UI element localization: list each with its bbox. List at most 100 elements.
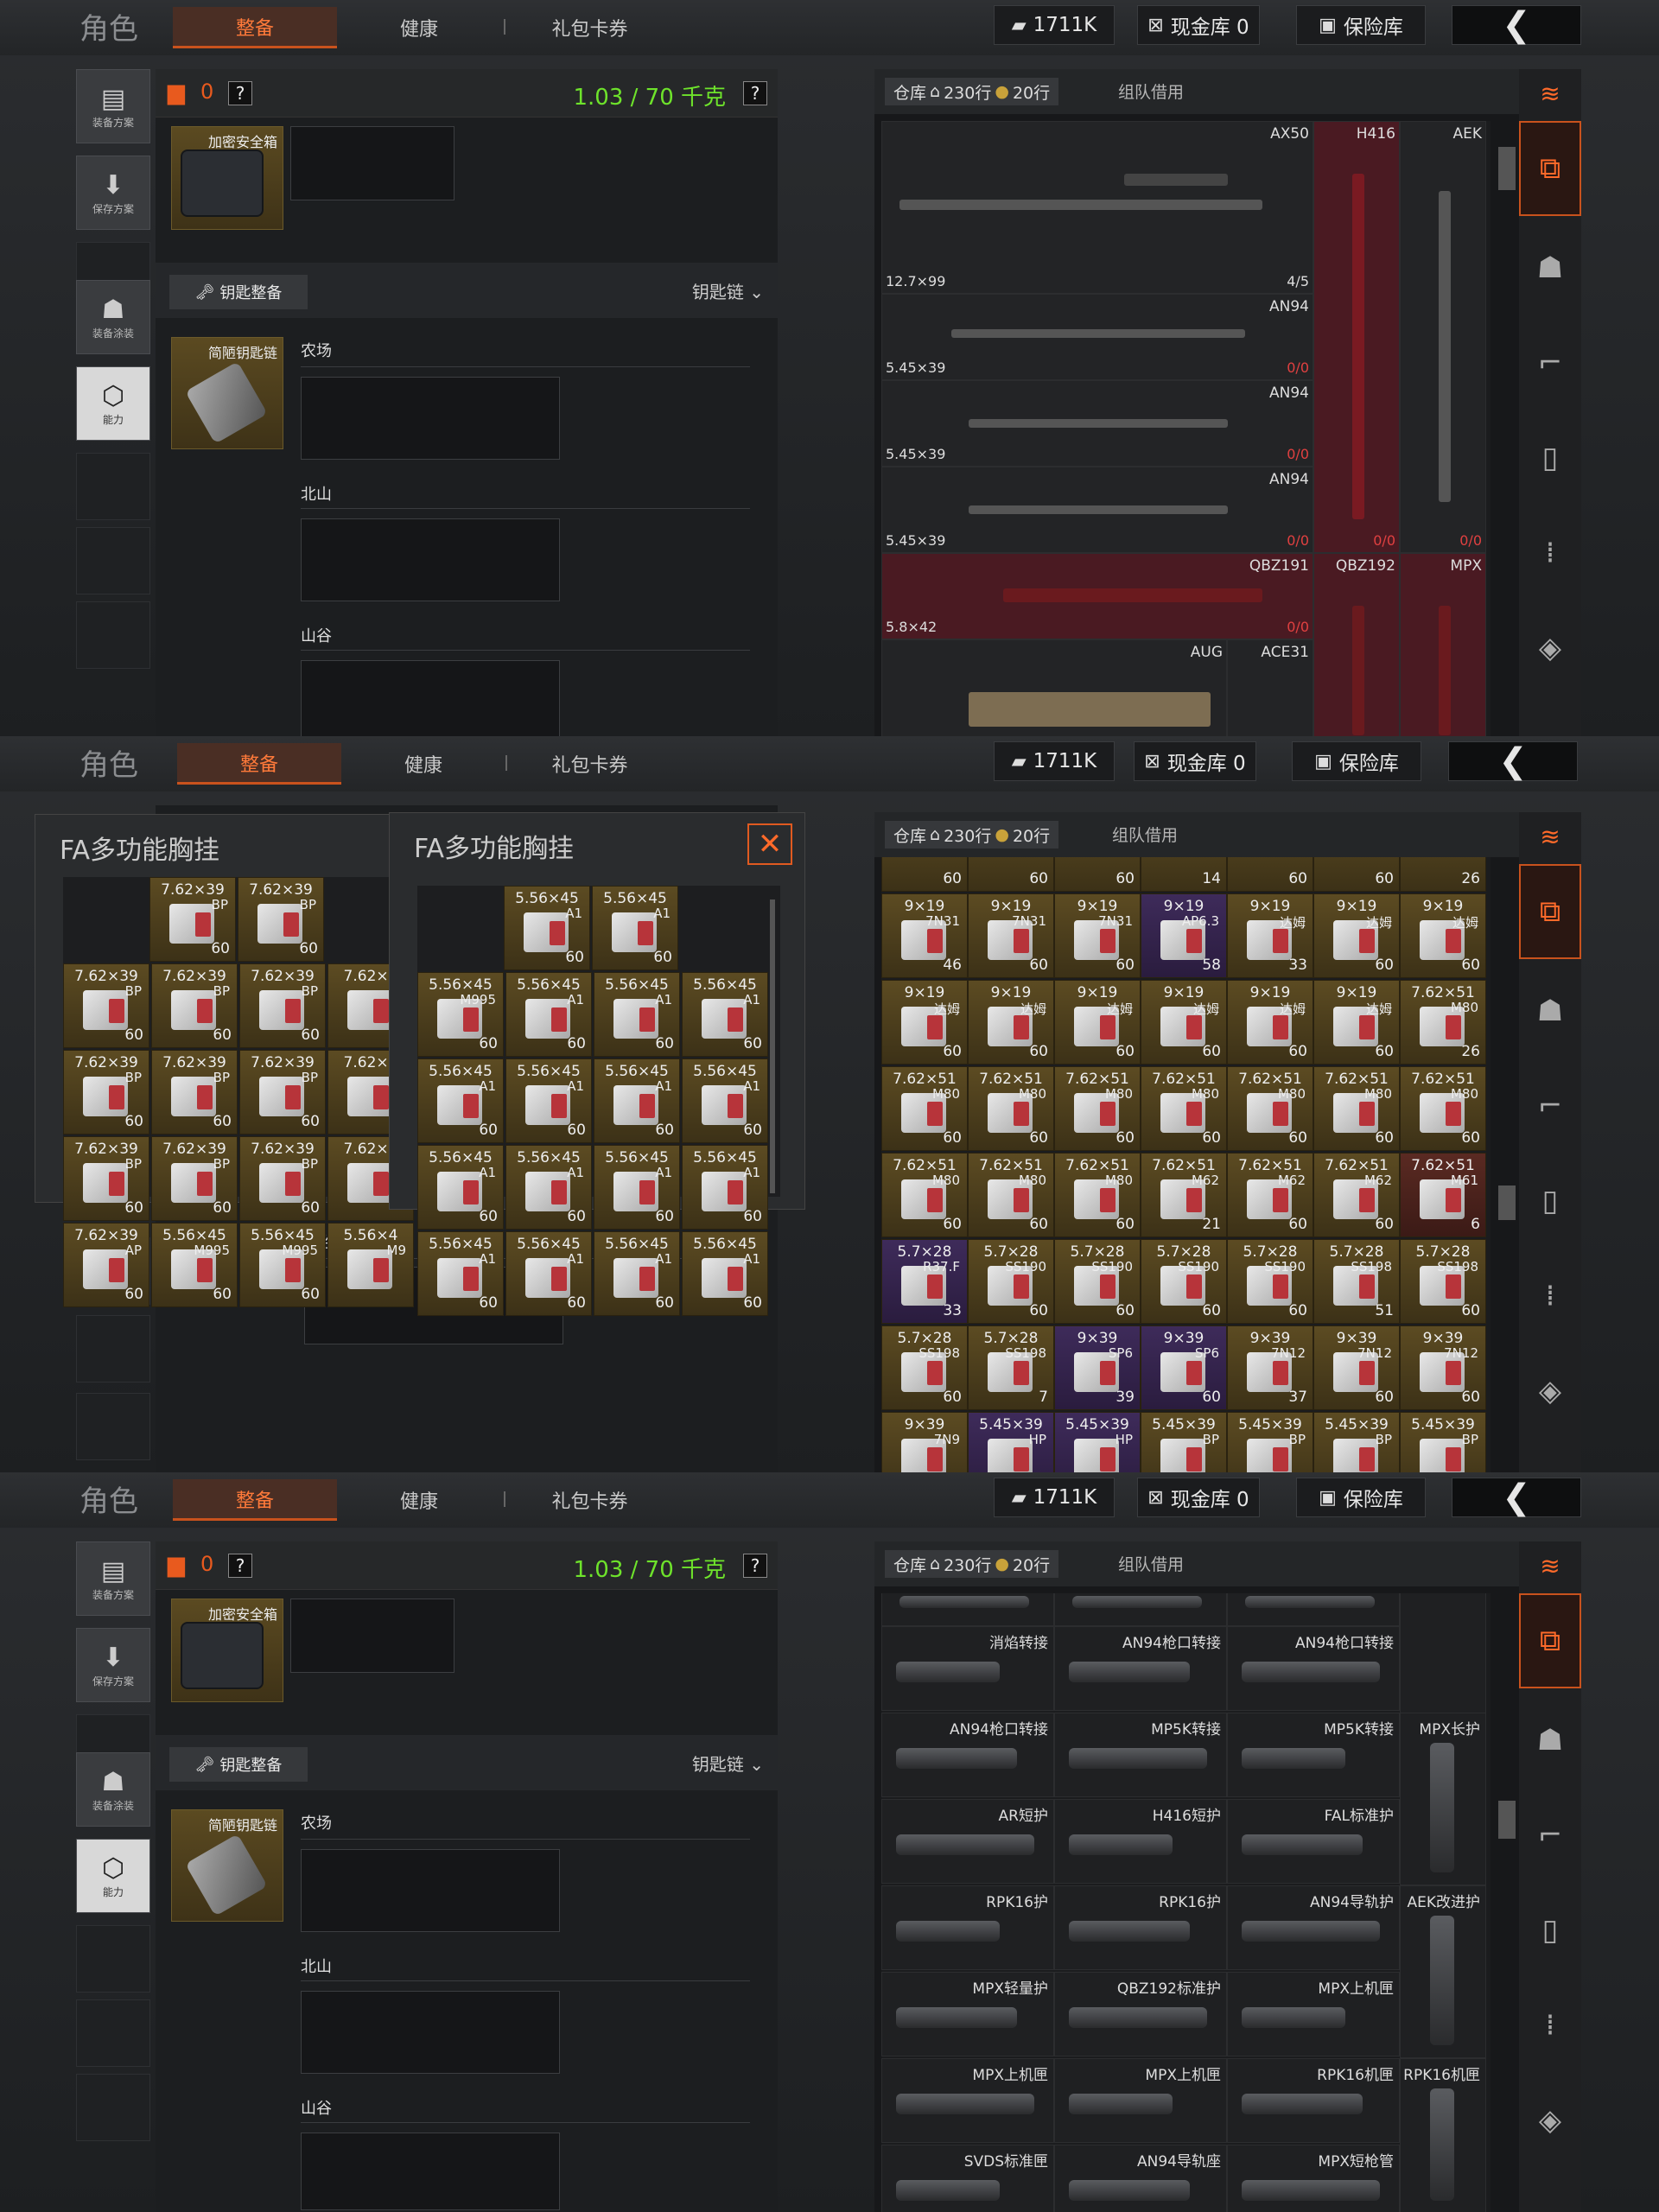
ammo-item[interactable]: 9×19 达姆 60 — [1054, 980, 1141, 1065]
part-item[interactable]: QBZ192标准护 — [1054, 1972, 1227, 2056]
part-item[interactable]: MPX上机匣 — [1227, 1972, 1400, 2056]
weapon-cell[interactable]: AN94 5.45×39 0/0 — [881, 467, 1313, 553]
ammo-item[interactable]: 7.62×39 BP 60 — [151, 1136, 238, 1221]
ammo-item[interactable]: 5.7×28 R37.F 33 — [881, 1239, 968, 1324]
weapon-cell[interactable]: ACE31 — [1227, 639, 1313, 736]
close-button[interactable]: ✕ — [747, 823, 792, 865]
secure-case-item[interactable]: 加密安全箱 — [171, 126, 283, 230]
ammo-item[interactable]: 5.7×28 SS190 60 — [968, 1239, 1054, 1324]
cash-vault-button[interactable]: ⊠ 现金库 0 — [1137, 1478, 1260, 1517]
part-item[interactable]: RPK16护 — [1054, 1885, 1227, 1970]
ammo-item[interactable]: 7.62×39 BP 60 — [238, 877, 324, 962]
valley-key-slots[interactable] — [301, 660, 560, 736]
cash-vault-button[interactable]: ⊠ 现金库 0 — [1137, 5, 1260, 45]
weight-help-icon[interactable]: ? — [743, 81, 767, 105]
ammo-item[interactable]: 5.56×45 M995 60 — [417, 972, 504, 1057]
ammo-item[interactable]: 9×39 SP6 60 — [1141, 1325, 1227, 1410]
ammo-item[interactable]: 7.62×51 M80 60 — [1054, 1153, 1141, 1237]
ammo-item[interactable]: 7.62×51 M80 60 — [1054, 1066, 1141, 1151]
ammo-item[interactable]: 7.62×51 M61 6 — [1400, 1153, 1486, 1237]
keys-loadout-button[interactable]: 🗝 钥匙整备 — [169, 1747, 308, 1782]
keys-loadout-button[interactable]: 🗝 钥匙整备 — [169, 275, 308, 309]
tab-health[interactable]: 健康 — [354, 1479, 484, 1521]
north-hill-key-slots[interactable] — [301, 518, 560, 601]
ammo-item[interactable]: 9×19 达姆 60 — [968, 980, 1054, 1065]
category-ammo-icon[interactable]: ⁞ — [1519, 510, 1581, 596]
part-item[interactable]: SVDS标准匣 — [881, 2145, 1054, 2212]
stash-sort-icon[interactable]: ≋ — [1519, 812, 1581, 861]
ammo-item[interactable]: 5.56×45 A1 60 — [594, 1145, 680, 1230]
ammo-item[interactable]: 9×19 AP6.3 58 — [1141, 893, 1227, 978]
part-item[interactable] — [1054, 1593, 1227, 1626]
keychain-item[interactable]: 简陋钥匙链 — [171, 337, 283, 449]
part-item[interactable]: AN94导轨护 — [1227, 1885, 1400, 1970]
ammo-item[interactable]: 5.7×28 SS190 60 — [1141, 1239, 1227, 1324]
ammo-item[interactable]: 5.7×28 SS198 7 — [968, 1325, 1054, 1410]
ammo-item[interactable]: 9×19 达姆 33 — [1227, 893, 1313, 978]
tab-loadout[interactable]: 整备 — [173, 7, 337, 48]
part-item[interactable]: AN94枪口转接 — [1054, 1626, 1227, 1711]
stash-capacity[interactable]: 仓库 ⌂ 230行 ● 20行 — [885, 78, 1059, 105]
ammo-item[interactable]: 7.62×51 M80 60 — [881, 1153, 968, 1237]
ammo-item[interactable]: 26 — [1400, 857, 1486, 892]
ammo-item[interactable]: 7.62×51 M80 60 — [968, 1153, 1054, 1237]
part-item[interactable]: 消焰转接 — [881, 1626, 1054, 1711]
ammo-item[interactable]: 7.62×51 M80 26 — [1400, 980, 1486, 1065]
case-slot-grid[interactable] — [290, 1599, 454, 1673]
keychain-item[interactable]: 简陋钥匙链 — [171, 1809, 283, 1922]
ammo-item[interactable]: 5.7×28 SS190 60 — [1227, 1239, 1313, 1324]
ammo-item[interactable]: 7.62×39 BP 60 — [63, 1050, 149, 1135]
ability-button[interactable]: ⬡ 能力 — [76, 366, 150, 441]
dialog-scrollbar[interactable] — [770, 899, 775, 1193]
ammo-item[interactable]: 7.62×39 BP 60 — [239, 1136, 326, 1221]
secure-case-item[interactable]: 加密安全箱 — [171, 1599, 283, 1702]
ammo-item[interactable]: 9×19 达姆 60 — [1400, 893, 1486, 978]
category-armor-icon[interactable]: ☗ — [1519, 1697, 1581, 1783]
keychain-dropdown[interactable]: 钥匙链 ⌄ — [692, 1751, 764, 1776]
safe-button[interactable]: ▣ 保险库 — [1296, 1478, 1426, 1517]
valley-key-slots[interactable] — [301, 2133, 560, 2210]
ammo-item[interactable]: 9×39 7N9 — [881, 1412, 968, 1472]
ammo-item[interactable]: 5.45×39 BP — [1400, 1412, 1486, 1472]
part-item[interactable]: MP5K转接 — [1054, 1713, 1227, 1797]
ammo-item[interactable]: 60 — [1227, 857, 1313, 892]
ammo-item[interactable]: 5.56×45 A1 60 — [682, 1231, 768, 1316]
part-item[interactable]: AN94枪口转接 — [881, 1713, 1054, 1797]
ammo-item[interactable]: 5.56×45 A1 60 — [417, 1231, 504, 1316]
ammo-item[interactable]: 7.62×39 BP 60 — [63, 963, 149, 1048]
ammo-item[interactable]: 5.56×4 M9 — [327, 1223, 414, 1307]
part-item[interactable]: MPX上机匣 — [1054, 2058, 1227, 2143]
north-hill-key-slots[interactable] — [301, 1991, 560, 2074]
ammo-item[interactable]: 5.56×45 A1 60 — [682, 1058, 768, 1143]
ammo-item[interactable]: 9×19 7N31 46 — [881, 893, 968, 978]
outfit-button[interactable]: ☗ 装备涂装 — [76, 280, 150, 354]
ammo-item[interactable]: 5.45×39 HP — [1054, 1412, 1141, 1472]
part-item[interactable]: AEK改进护 — [1400, 1885, 1486, 2058]
ammo-item[interactable]: 60 — [1054, 857, 1141, 892]
help-icon[interactable]: ? — [228, 1554, 252, 1578]
weight-help-icon[interactable]: ? — [743, 1554, 767, 1578]
ammo-item[interactable]: 5.56×45 A1 60 — [682, 972, 768, 1057]
category-weapon-icon[interactable]: ⌐ — [1519, 1063, 1581, 1149]
category-weapon-icon[interactable]: ⌐ — [1519, 1792, 1581, 1878]
ammo-item[interactable]: 7.62×51 M80 60 — [1400, 1066, 1486, 1151]
currency-display[interactable]: ▰ 1711K — [994, 741, 1115, 781]
ammo-item[interactable]: 9×19 达姆 60 — [1227, 980, 1313, 1065]
ammo-item[interactable]: 7.62×51 M62 21 — [1141, 1153, 1227, 1237]
ammo-item[interactable]: 7.62×39 BP 60 — [151, 1050, 238, 1135]
part-item[interactable]: MP5K转接 — [1227, 1713, 1400, 1797]
farm-key-slots[interactable] — [301, 1849, 560, 1932]
category-armor-icon[interactable]: ☗ — [1519, 968, 1581, 1054]
ammo-item[interactable]: 7.62×39 BP 60 — [149, 877, 236, 962]
ammo-item[interactable]: 7.62×51 M62 60 — [1227, 1153, 1313, 1237]
ammo-item[interactable]: 7.62×51 M80 60 — [881, 1066, 968, 1151]
category-armor-icon[interactable]: ☗ — [1519, 225, 1581, 311]
safe-button[interactable]: ▣ 保险库 — [1292, 741, 1421, 781]
part-item[interactable]: H416短护 — [1054, 1799, 1227, 1884]
ammo-item[interactable]: 9×39 7N12 37 — [1227, 1325, 1313, 1410]
tab-loadout[interactable]: 整备 — [177, 743, 341, 785]
ability-button[interactable]: ⬡ 能力 — [76, 1839, 150, 1913]
category-magazine-icon[interactable]: ▯ — [1519, 1887, 1581, 1974]
ammo-item[interactable]: 5.7×28 SS198 51 — [1313, 1239, 1400, 1324]
part-item[interactable] — [881, 1593, 1054, 1626]
